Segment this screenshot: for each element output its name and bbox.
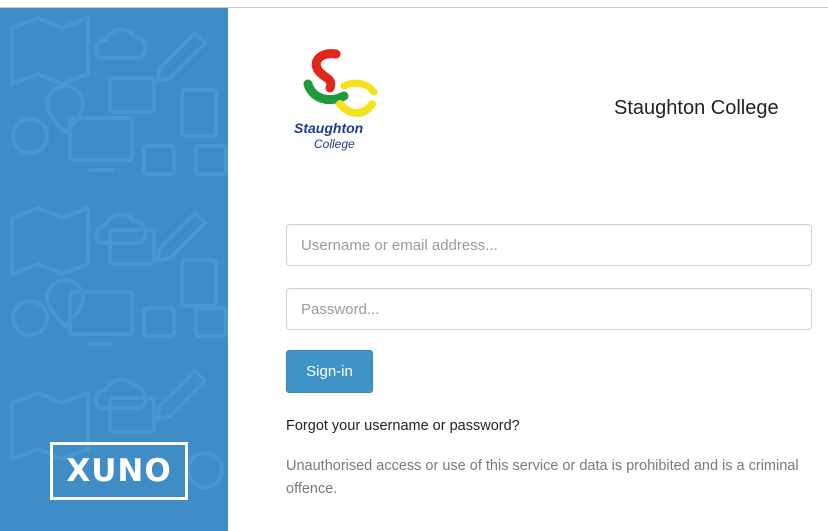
xuno-logo-text: XUNO bbox=[66, 453, 172, 489]
forgot-credentials-link[interactable]: Forgot your username or password? bbox=[286, 418, 520, 434]
college-logo: Staughton College bbox=[288, 46, 398, 156]
college-logo-subtext: College bbox=[314, 137, 355, 151]
branding-sidebar: XUNO bbox=[0, 8, 228, 531]
map-icon bbox=[10, 16, 90, 461]
cloud-icon bbox=[94, 27, 148, 410]
window-top-border bbox=[0, 0, 828, 8]
xuno-logo: XUNO bbox=[50, 442, 188, 500]
college-logo-text: Staughton bbox=[294, 120, 364, 136]
college-name: Staughton College bbox=[614, 97, 779, 119]
sign-in-button[interactable]: Sign-in bbox=[286, 350, 373, 393]
login-panel: Staughton College Staughton College Sign… bbox=[228, 8, 828, 531]
legal-notice: Unauthorised access or use of this servi… bbox=[286, 458, 799, 497]
password-input[interactable] bbox=[286, 288, 812, 330]
college-logo-mark bbox=[303, 49, 378, 117]
username-input[interactable] bbox=[286, 224, 812, 266]
